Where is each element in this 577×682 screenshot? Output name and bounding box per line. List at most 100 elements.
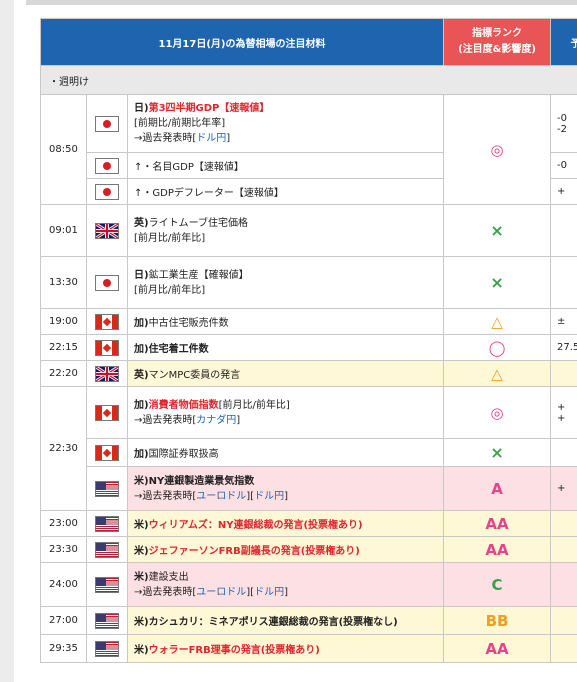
event-arrow: →過去発表時[ bbox=[134, 414, 197, 426]
event-us-waller: 米)ウォラーFRB理事の発言(投票権あり) bbox=[126, 634, 445, 663]
flag-us bbox=[86, 536, 128, 563]
flag-us bbox=[86, 466, 128, 511]
forecast-value: -2 bbox=[557, 123, 568, 135]
japan-flag-icon bbox=[95, 157, 119, 174]
flag-us bbox=[86, 510, 128, 537]
rank-circle: ◯ bbox=[443, 334, 552, 361]
forecast-cell bbox=[550, 256, 577, 309]
japan-flag-icon bbox=[95, 183, 119, 200]
uk-flag-icon bbox=[95, 365, 119, 382]
rank-triangle: △ bbox=[443, 360, 552, 387]
forecast-cell: 27.5 bbox=[550, 334, 577, 361]
canada-flag-icon bbox=[95, 339, 119, 356]
time-2935: 29:35 bbox=[40, 634, 87, 663]
event-us-construction: 米)建設支出 →過去発表時[ユーロドル][ドル円] bbox=[126, 562, 445, 607]
time-0901: 09:01 bbox=[40, 204, 87, 257]
event-prefix: 米) bbox=[134, 645, 149, 656]
event-us-williams: 米)ウィリアムズ：NY連銀総裁の発言(投票権あり) bbox=[126, 510, 445, 537]
event-prefix: 米) bbox=[134, 475, 149, 487]
time-2215: 22:15 bbox=[40, 334, 87, 361]
event-jp-deflator: ↑・GDPデフレーター【速報値】 bbox=[126, 178, 445, 205]
event-jp-gdp: 日)第3四半期GDP【速報値】 [前期比/前期比年率] →過去発表時[ドル円] bbox=[126, 94, 445, 153]
event-ca-cpi: 加)消費者物価指数[前月比/前年比] →過去発表時[カナダ円] bbox=[126, 386, 445, 439]
flag-ca bbox=[86, 386, 128, 439]
link-cadjpy[interactable]: カナダ円 bbox=[196, 415, 236, 426]
event-prefix: 加) bbox=[134, 344, 149, 355]
forecast-cell bbox=[550, 562, 577, 607]
rank-aa: AA bbox=[443, 634, 552, 663]
flag-ca bbox=[86, 308, 128, 335]
event-jp-nominal: ↑・名目GDP【速報値】 bbox=[126, 152, 445, 179]
time-2400: 24:00 bbox=[40, 562, 87, 607]
event-bracket: [前月比/前年比] bbox=[218, 399, 290, 411]
event-close: ] bbox=[284, 490, 288, 502]
time-2330: 23:30 bbox=[40, 536, 87, 563]
time-0850: 08:50 bbox=[40, 94, 87, 205]
rank-cross: × bbox=[443, 204, 552, 257]
event-sub: [前期比/前期比年率] bbox=[134, 118, 226, 129]
link-eurusd[interactable]: ユーロドル bbox=[196, 491, 246, 502]
forecast-cell bbox=[550, 536, 577, 563]
time-1330: 13:30 bbox=[40, 256, 87, 309]
rank-cross: × bbox=[443, 256, 552, 309]
rank-header: 指標ランク (注目度&影響度) bbox=[443, 18, 552, 66]
event-ca-resale: 加)中古住宅販売件数 bbox=[126, 308, 445, 335]
event-us-ny: 米)NY連銀製造業景気指数 →過去発表時[ユーロドル][ドル円] bbox=[126, 466, 445, 511]
event-close: ] bbox=[284, 586, 288, 598]
flag-jp bbox=[86, 178, 128, 205]
event-arrow: →過去発表時[ bbox=[134, 490, 197, 502]
uk-flag-icon bbox=[95, 222, 119, 239]
event-name: ライトムーブ住宅価格 bbox=[148, 217, 248, 229]
time-2220: 22:20 bbox=[40, 360, 87, 387]
schedule-table: 11月17日(月)の為替相場の注目材料 指標ランク (注目度&影響度) 予 ・週… bbox=[39, 18, 577, 663]
event-name: 建設支出 bbox=[148, 571, 189, 583]
top-scroll-bar bbox=[26, 0, 577, 5]
event-name: ウィリアムズ：NY連銀総裁の発言(投票権あり) bbox=[148, 520, 363, 531]
forecast-cell bbox=[550, 510, 577, 537]
rank-a: A bbox=[443, 466, 552, 511]
event-prefix: 米) bbox=[134, 546, 149, 557]
link-eurusd[interactable]: ユーロドル bbox=[196, 587, 246, 598]
us-flag-icon bbox=[95, 576, 119, 593]
event-prefix: 米) bbox=[134, 617, 149, 628]
event-prefix: 加) bbox=[134, 318, 149, 329]
event-us-jefferson: 米)ジェファーソンFRB副議長の発言(投票権あり) bbox=[126, 536, 445, 563]
forecast-cell bbox=[550, 360, 577, 387]
link-usdjpy[interactable]: ドル円 bbox=[254, 491, 284, 502]
event-close: ] bbox=[226, 133, 231, 144]
rank-c: C bbox=[443, 562, 552, 607]
event-name: 鉱工業生産【確報値】 bbox=[148, 269, 249, 281]
event-uk-mpc: 英)マンMPC委員の発言 bbox=[126, 360, 445, 387]
rank-bb: BB bbox=[443, 606, 552, 635]
link-usdjpy[interactable]: ドル円 bbox=[196, 133, 226, 144]
flag-us bbox=[86, 634, 128, 663]
flag-ca bbox=[86, 334, 128, 361]
event-name: 消費者物価指数 bbox=[148, 399, 219, 411]
event-sub: [前月比/前年比] bbox=[134, 284, 206, 296]
canada-flag-icon bbox=[95, 313, 119, 330]
event-uk-rightmove: 英)ライトムーブ住宅価格 [前月比/前年比] bbox=[126, 204, 445, 257]
us-flag-icon bbox=[95, 480, 119, 497]
flag-ca bbox=[86, 438, 128, 467]
canada-flag-icon bbox=[95, 404, 119, 421]
flag-us bbox=[86, 562, 128, 607]
rank-header-line1: 指標ランク bbox=[472, 28, 523, 39]
event-name: 中古住宅販売件数 bbox=[148, 318, 229, 329]
event-prefix: 加) bbox=[134, 399, 149, 411]
event-ca-starts: 加)住宅着工件数 bbox=[126, 334, 445, 361]
time-1900: 19:00 bbox=[40, 308, 87, 335]
link-usdjpy[interactable]: ドル円 bbox=[254, 587, 284, 598]
forecast-cell bbox=[550, 606, 577, 635]
forecast-cell: + bbox=[550, 178, 577, 205]
rank-header-line2: (注目度&影響度) bbox=[458, 44, 536, 55]
flag-uk bbox=[86, 360, 128, 387]
rank-double-circle: ◎ bbox=[443, 94, 552, 205]
time-2230: 22:30 bbox=[40, 386, 87, 511]
forecast-value: + bbox=[557, 401, 566, 413]
event-sub: [前月比/前年比] bbox=[134, 232, 206, 244]
event-name: 国際証券取扱高 bbox=[148, 449, 219, 460]
forecast-value: -0 bbox=[557, 112, 568, 124]
forecast-value: + bbox=[557, 412, 566, 424]
flag-jp bbox=[86, 152, 128, 179]
forecast-cell bbox=[550, 634, 577, 663]
